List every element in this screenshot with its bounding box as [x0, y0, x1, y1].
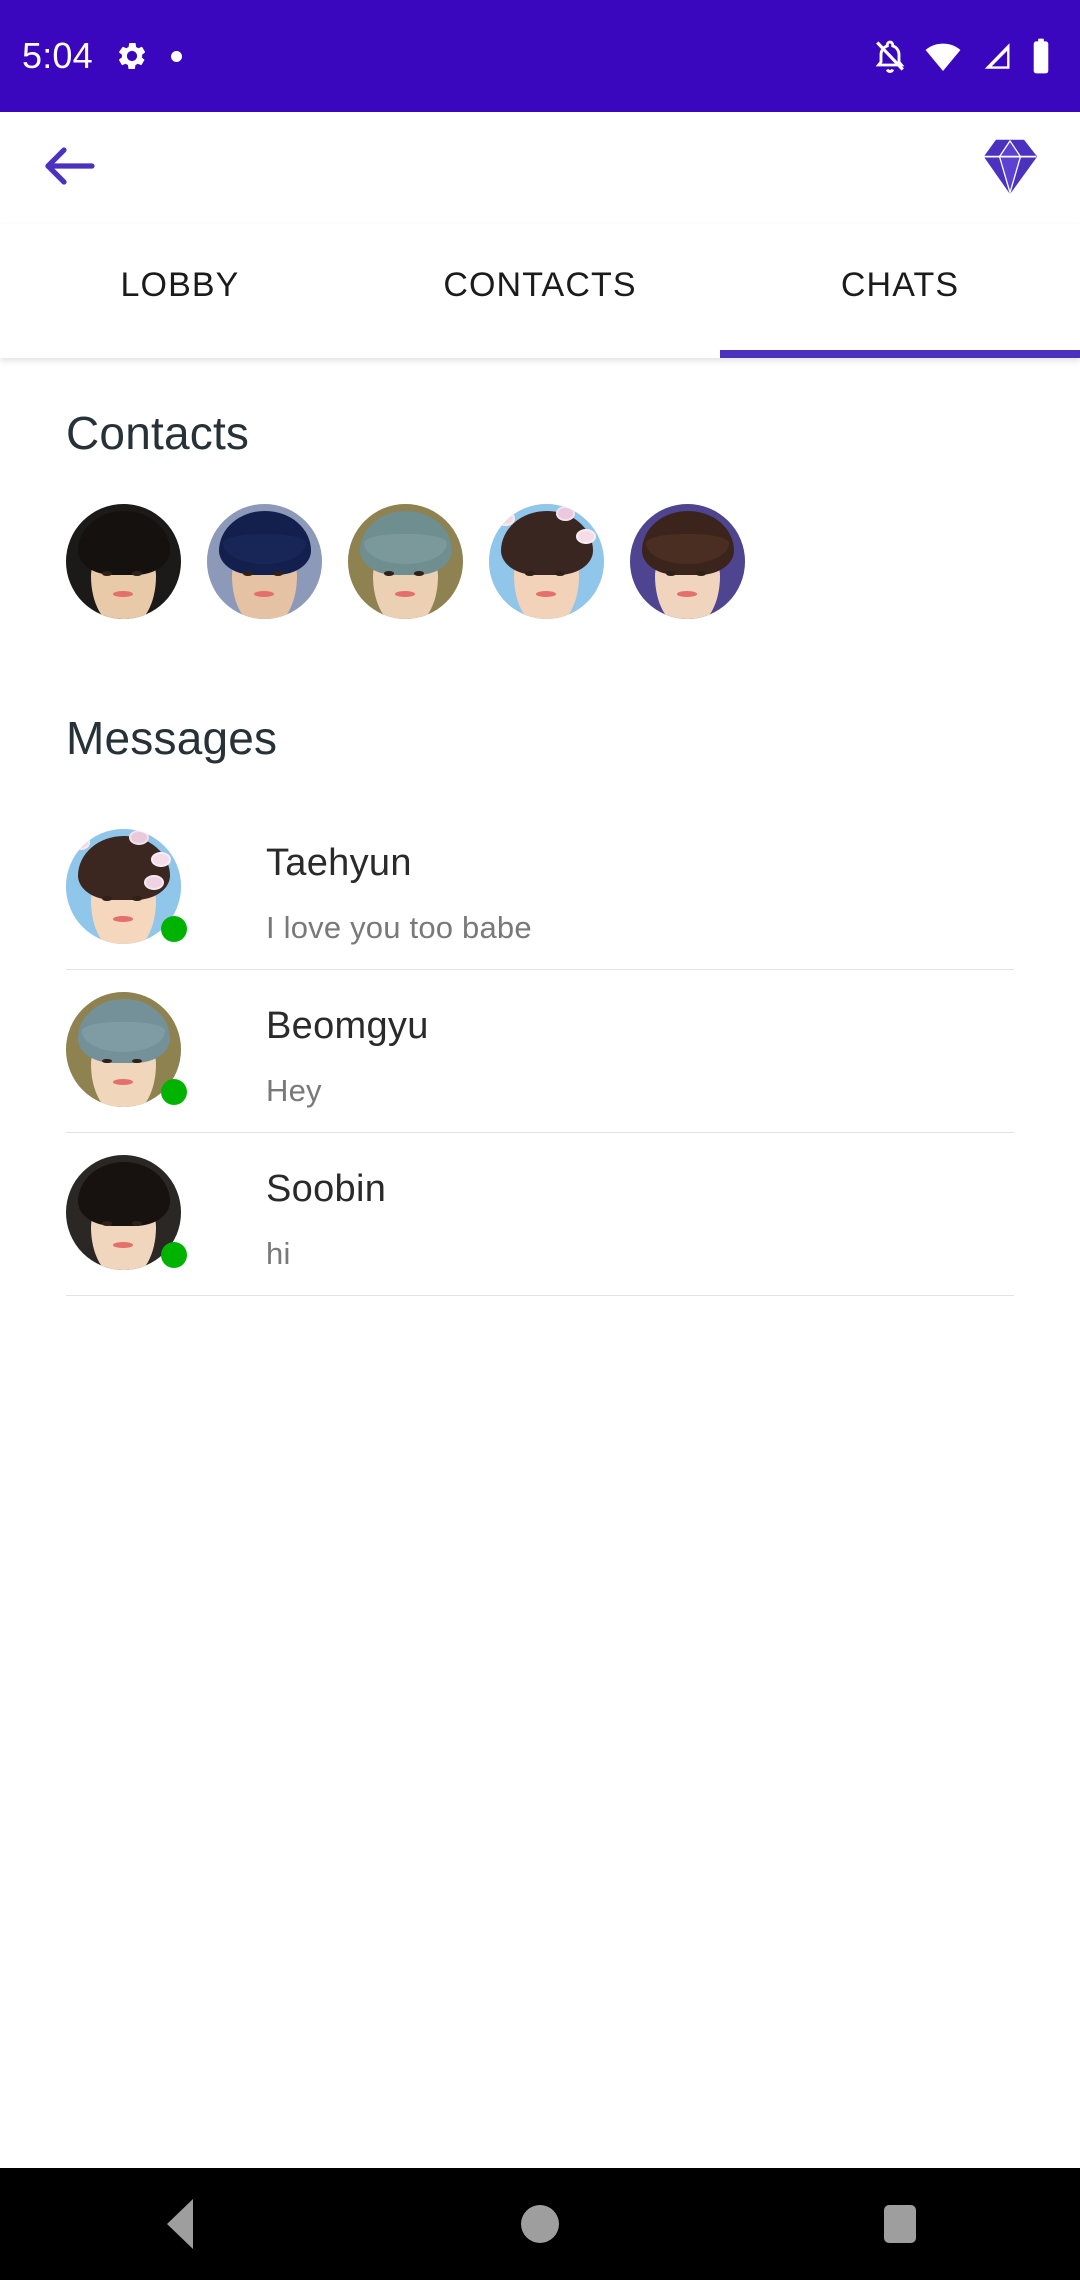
- status-bar-left: 5:04: [22, 38, 182, 74]
- tab-contacts[interactable]: CONTACTS: [360, 224, 720, 358]
- contact-avatar-2[interactable]: [207, 504, 322, 619]
- wifi-icon: [924, 37, 962, 75]
- contact-avatar-3[interactable]: [348, 504, 463, 619]
- circle-home-icon: [521, 2205, 559, 2243]
- android-navigation-bar: [0, 2168, 1080, 2280]
- diamond-gem-icon: [981, 136, 1039, 201]
- status-badge: [161, 1241, 187, 1268]
- contact-name: Beomgyu: [266, 1004, 429, 1047]
- avatar: [66, 829, 187, 944]
- nav-recents-button[interactable]: [825, 2168, 975, 2280]
- message-preview: hi: [266, 1235, 291, 1271]
- square-recents-icon: [884, 2205, 916, 2243]
- list-item-text: Soobin hi: [266, 1155, 386, 1271]
- status-bar-right: [872, 37, 1052, 75]
- battery-icon: [1030, 37, 1052, 75]
- list-item[interactable]: Taehyun I love you too babe: [0, 807, 1080, 969]
- contacts-section-title: Contacts: [66, 407, 250, 459]
- contacts-avatar-row: [0, 460, 1080, 619]
- contact-avatar-5[interactable]: [630, 504, 745, 619]
- app-bar: [0, 112, 1080, 224]
- message-preview: Hey: [266, 1072, 322, 1108]
- status-badge: [161, 916, 187, 942]
- tab-bar: LOBBY CONTACTS CHATS: [0, 224, 1080, 358]
- tab-chats[interactable]: CHATS: [720, 224, 1080, 358]
- triangle-back-icon: [167, 2199, 193, 2249]
- nav-back-button[interactable]: [105, 2168, 255, 2280]
- status-badge: [161, 1078, 187, 1105]
- status-time: 5:04: [22, 35, 93, 76]
- dot-indicator-icon: [170, 50, 182, 62]
- arrow-left-icon: [40, 142, 96, 195]
- contact-avatar-1[interactable]: [66, 504, 181, 619]
- list-item-text: Taehyun I love you too babe: [266, 829, 532, 945]
- cellular-signal-icon: [978, 38, 1014, 74]
- brand-gem-button[interactable]: [978, 136, 1042, 200]
- avatar: [66, 1154, 187, 1270]
- list-item-text: Beomgyu Hey: [266, 992, 429, 1108]
- tab-lobby[interactable]: LOBBY: [0, 224, 360, 358]
- status-bar: 5:04: [0, 0, 1080, 112]
- contact-name: Soobin: [266, 1167, 387, 1210]
- messages-list: Taehyun I love you too babe Beomgyu Hey …: [0, 807, 1080, 1296]
- list-divider: [66, 1294, 1014, 1296]
- avatar: [66, 991, 187, 1107]
- list-item[interactable]: Soobin hi: [0, 1133, 1080, 1295]
- messages-section-title: Messages: [66, 712, 278, 764]
- message-preview: I love you too babe: [266, 909, 532, 945]
- phone-screen: 5:04 LOBBY CONTACTS CHATS Contacts Messa…: [0, 0, 1080, 2280]
- gear-icon: [115, 39, 149, 73]
- chats-content: Contacts Messages Taehyun I love you too…: [0, 358, 1080, 2168]
- contact-name: Taehyun: [266, 842, 412, 884]
- contact-avatar-4[interactable]: [489, 504, 604, 619]
- list-item[interactable]: Beomgyu Hey: [0, 970, 1080, 1132]
- nav-home-button[interactable]: [465, 2168, 615, 2280]
- back-button[interactable]: [40, 137, 102, 199]
- notifications-off-icon: [872, 38, 908, 74]
